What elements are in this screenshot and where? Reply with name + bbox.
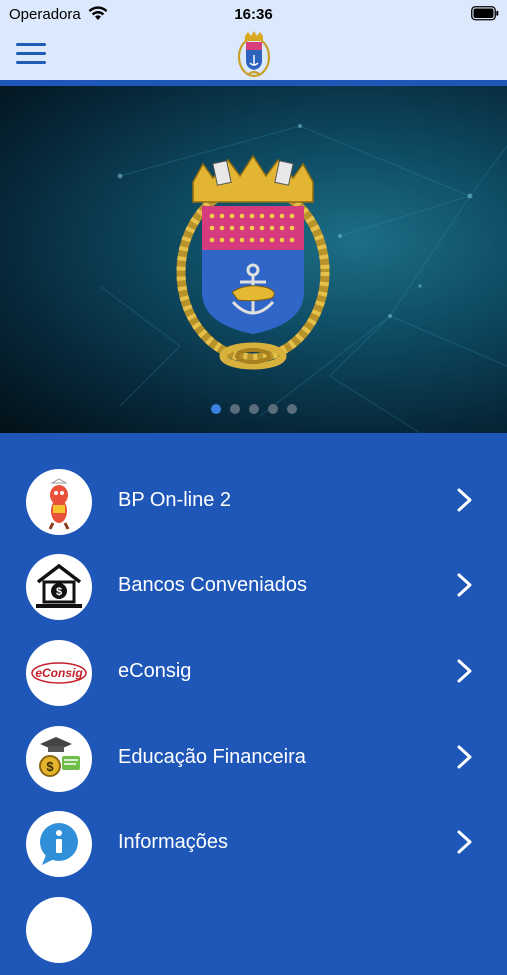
list-item-label: Educação Financeira [118,746,306,768]
carousel-dot-1[interactable] [210,404,221,414]
list-item-educacao-financeira[interactable]: $ Educação Financeira [0,718,507,804]
list-item-informacoes[interactable]: Informações [0,803,507,889]
carousel-dot-3[interactable] [248,404,259,414]
chevron-right-icon [457,830,472,854]
list-item-label: eConsig [118,660,192,682]
econsig-logo-text: eConsig [35,666,83,680]
naval-crest-emblem [176,154,330,370]
hamburger-menu-icon[interactable] [16,43,46,65]
list-item-label: BP On-line 2 [118,489,232,511]
carousel-dot-2[interactable] [229,404,240,414]
list-item-econsig[interactable]: eConsig eConsig [0,632,507,718]
list-item-label: Bancos Conveniados [118,574,308,596]
svg-text:$: $ [56,586,62,598]
menu-list: BP On-line 2 $ Bancos Conveniados eConsi… [0,433,507,963]
list-item-partial[interactable] [0,889,507,975]
partial-item-icon [26,897,92,963]
carousel-dot-4[interactable] [267,404,278,414]
bank-icon: $ [26,554,92,620]
app-header [0,30,507,80]
status-time: 16:36 [234,6,273,23]
carousel-pagination [0,404,507,414]
financial-education-icon: $ [26,726,92,792]
status-bar: Operadora 16:36 [0,0,507,30]
info-icon [26,811,92,877]
list-item-label: Informações [118,831,229,853]
naval-crest-logo [237,31,271,78]
mascot-icon [26,469,92,535]
chevron-right-icon [457,659,472,683]
list-item-bancos-conveniados[interactable]: $ Bancos Conveniados [0,546,507,632]
chevron-right-icon [457,488,472,512]
econsig-logo-icon: eConsig [26,640,92,706]
svg-text:$: $ [46,759,54,774]
carousel-dot-5[interactable] [286,404,297,414]
chevron-right-icon [457,573,472,597]
list-item-bp-online[interactable]: BP On-line 2 [0,461,507,547]
chevron-right-icon [457,745,472,769]
battery-icon [471,6,499,21]
image-carousel[interactable] [0,86,507,433]
